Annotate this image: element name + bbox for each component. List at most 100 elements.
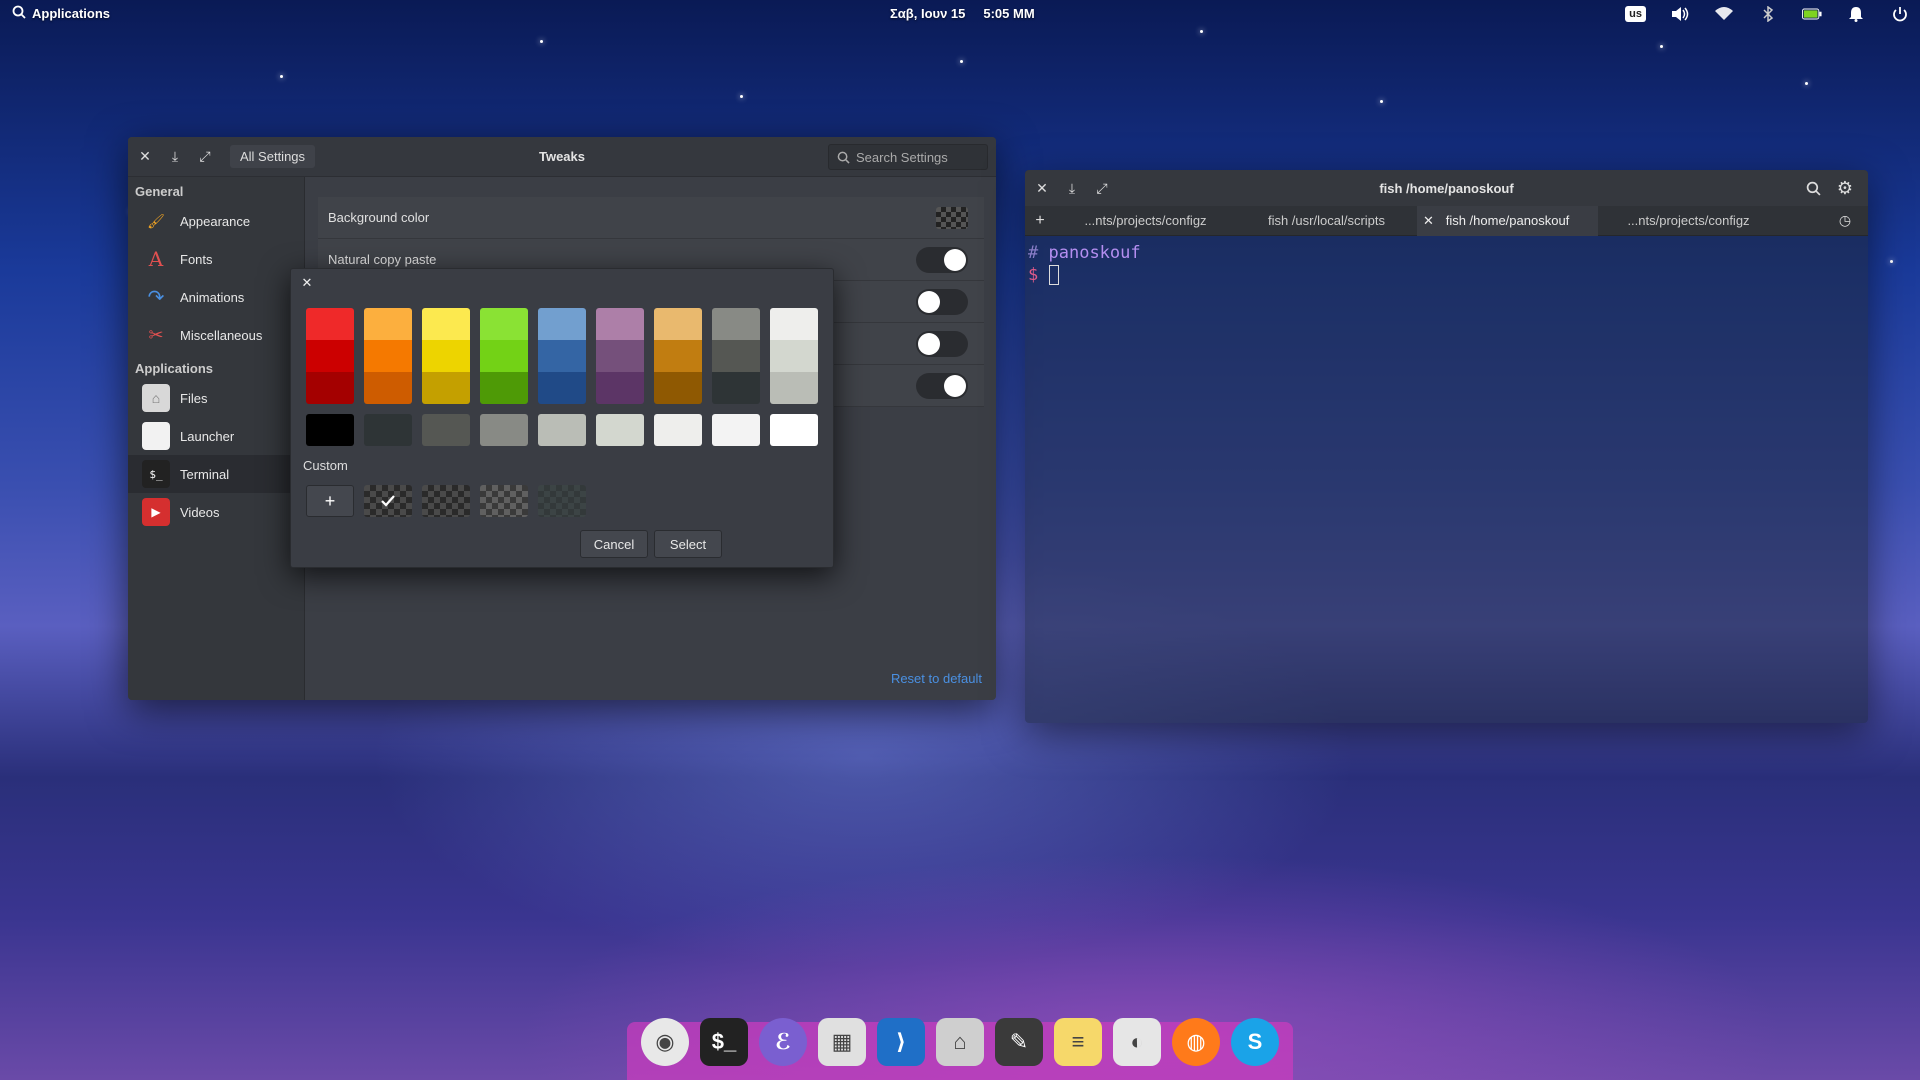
color-swatch[interactable]	[306, 340, 354, 372]
reset-to-default-link[interactable]: Reset to default	[891, 671, 982, 686]
color-swatch[interactable]	[770, 372, 818, 404]
color-swatch[interactable]	[770, 340, 818, 372]
notes-icon[interactable]: ≡	[1054, 1018, 1102, 1066]
notifications-icon[interactable]	[1846, 4, 1866, 24]
color-swatch[interactable]	[596, 340, 644, 372]
power-icon[interactable]	[1890, 4, 1910, 24]
setting-toggle[interactable]	[916, 288, 968, 315]
files-icon[interactable]: ⌂	[936, 1018, 984, 1066]
applications-menu[interactable]: Applications	[12, 5, 110, 22]
tab[interactable]: fish /usr/local/scripts	[1236, 206, 1417, 236]
keyboard-layout-indicator[interactable]: us	[1625, 6, 1646, 22]
skype-icon[interactable]: S	[1231, 1018, 1279, 1066]
sidebar-item-appearance[interactable]: 🖌 Appearance	[128, 202, 304, 240]
maximize-icon[interactable]: ⤢	[1087, 173, 1117, 203]
search-icon[interactable]	[1798, 173, 1828, 203]
color-swatch[interactable]	[654, 308, 702, 340]
sidebar-item-miscellaneous[interactable]: ✂ Miscellaneous	[128, 316, 304, 354]
gray-swatch[interactable]	[422, 414, 470, 446]
color-swatch[interactable]	[712, 308, 760, 340]
custom-color-swatch[interactable]	[480, 485, 528, 517]
gray-swatch[interactable]	[306, 414, 354, 446]
all-settings-button[interactable]: All Settings	[230, 145, 316, 168]
close-icon[interactable]: ✕	[1027, 173, 1057, 203]
toggle-settings-icon[interactable]: ◐	[1113, 1018, 1161, 1066]
color-swatch[interactable]	[480, 372, 528, 404]
gray-swatch[interactable]	[364, 414, 412, 446]
close-icon[interactable]: ✕	[297, 273, 317, 293]
appcenter-icon[interactable]: ▦	[818, 1018, 866, 1066]
color-swatch[interactable]	[480, 308, 528, 340]
color-swatch[interactable]	[364, 308, 412, 340]
custom-color-swatch[interactable]	[422, 485, 470, 517]
color-swatch[interactable]	[306, 372, 354, 404]
color-swatch[interactable]	[596, 308, 644, 340]
color-swatch[interactable]	[422, 340, 470, 372]
custom-color-swatch-selected[interactable]	[364, 485, 412, 517]
history-icon[interactable]: ◷	[1830, 206, 1860, 236]
gear-icon[interactable]: ⚙	[1830, 173, 1860, 203]
natural-copy-paste-toggle[interactable]	[916, 246, 968, 273]
color-swatch[interactable]	[712, 372, 760, 404]
color-swatch[interactable]	[770, 308, 818, 340]
setting-toggle[interactable]	[916, 330, 968, 357]
sidebar-item-videos[interactable]: ▶ Videos	[128, 493, 304, 531]
search-settings-input[interactable]: Search Settings	[828, 144, 988, 170]
terminal-output[interactable]: # panoskouf $	[1025, 236, 1868, 292]
color-swatch[interactable]	[364, 372, 412, 404]
clock[interactable]: Σαβ, Ιουν 15 5:05 ΜΜ	[890, 6, 1035, 21]
tab-active[interactable]: ✕ fish /home/panoskouf	[1417, 205, 1598, 236]
custom-color-swatch[interactable]	[538, 485, 586, 517]
color-swatch[interactable]	[654, 372, 702, 404]
emacs-icon[interactable]: ℰ	[759, 1018, 807, 1066]
gray-swatch[interactable]	[538, 414, 586, 446]
sidebar-item-launcher[interactable]: Launcher	[128, 417, 304, 455]
color-swatch[interactable]	[654, 340, 702, 372]
add-custom-color-button[interactable]: +	[306, 485, 354, 517]
terminal-titlebar[interactable]: ✕ ⤓ ⤢ fish /home/panoskouf ⚙	[1025, 170, 1868, 206]
tab[interactable]: ...nts/projects/configz	[1598, 206, 1779, 236]
vscode-icon[interactable]: ⟩	[877, 1018, 925, 1066]
dock: ◉ $_ ℰ ▦ ⟩ ⌂ ✎ ≡ ◐ ◍ S	[627, 1018, 1293, 1080]
minimize-icon[interactable]: ⤓	[1057, 173, 1087, 203]
setting-toggle[interactable]	[916, 372, 968, 399]
brush-icon[interactable]: ✎	[995, 1018, 1043, 1066]
color-swatch[interactable]	[480, 340, 528, 372]
color-swatch[interactable]	[364, 340, 412, 372]
new-tab-button[interactable]: +	[1025, 206, 1055, 236]
sidebar-item-terminal[interactable]: $_ Terminal	[128, 455, 304, 493]
color-swatch[interactable]	[306, 308, 354, 340]
gray-swatch[interactable]	[654, 414, 702, 446]
maximize-icon[interactable]: ⤢	[190, 142, 220, 172]
tab[interactable]: ...nts/projects/configz	[1055, 206, 1236, 236]
close-icon[interactable]: ✕	[130, 142, 160, 172]
color-swatch[interactable]	[538, 372, 586, 404]
background-color-button[interactable]	[936, 206, 968, 229]
color-swatch[interactable]	[596, 372, 644, 404]
sidebar-item-animations[interactable]: ↷ Animations	[128, 278, 304, 316]
gray-swatch[interactable]	[480, 414, 528, 446]
cancel-button[interactable]: Cancel	[580, 530, 648, 558]
minimize-icon[interactable]: ⤓	[160, 142, 190, 172]
terminal-icon[interactable]: $_	[700, 1018, 748, 1066]
gray-swatch[interactable]	[770, 414, 818, 446]
firefox-icon[interactable]: ◍	[1172, 1018, 1220, 1066]
chrome-icon[interactable]: ◉	[641, 1018, 689, 1066]
sidebar-item-fonts[interactable]: A Fonts	[128, 240, 304, 278]
color-swatch[interactable]	[712, 340, 760, 372]
tweaks-sidebar: General 🖌 Appearance A Fonts ↷ Animation…	[128, 177, 305, 700]
color-swatch[interactable]	[422, 372, 470, 404]
color-swatch[interactable]	[422, 308, 470, 340]
color-swatch[interactable]	[538, 308, 586, 340]
tweaks-titlebar[interactable]: ✕ ⤓ ⤢ All Settings Tweaks Search Setting…	[128, 137, 996, 177]
gray-swatch[interactable]	[596, 414, 644, 446]
select-button[interactable]: Select	[654, 530, 722, 558]
close-tab-icon[interactable]: ✕	[1423, 213, 1434, 229]
battery-icon[interactable]	[1802, 4, 1822, 24]
color-swatch[interactable]	[538, 340, 586, 372]
volume-icon[interactable]	[1670, 4, 1690, 24]
wifi-icon[interactable]	[1714, 4, 1734, 24]
gray-swatch[interactable]	[712, 414, 760, 446]
sidebar-item-files[interactable]: ⌂ Files	[128, 379, 304, 417]
bluetooth-icon[interactable]	[1758, 4, 1778, 24]
